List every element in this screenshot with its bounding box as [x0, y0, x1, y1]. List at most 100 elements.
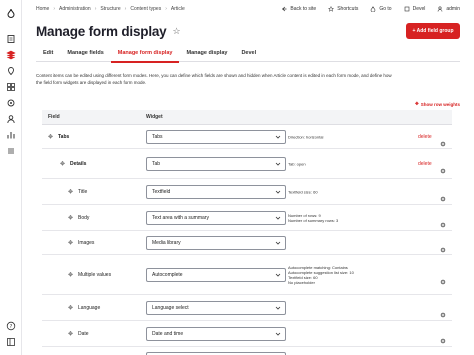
help-text: Content items can be edited using differ…: [36, 73, 392, 85]
extend-icon[interactable]: [6, 82, 16, 92]
widget-select-value: Tabs: [152, 133, 163, 140]
go-to-link[interactable]: Go to: [370, 6, 392, 12]
tab-devel[interactable]: Devel: [234, 44, 263, 62]
widget-select[interactable]: Textfield: [146, 184, 286, 199]
drag-handle-icon[interactable]: ✥: [68, 214, 73, 221]
admin-sidebar: ?: [0, 0, 22, 355]
widget-select[interactable]: Media library: [146, 351, 286, 355]
breadcrumb-content-types[interactable]: Content types: [130, 6, 161, 12]
gear-icon[interactable]: [440, 272, 446, 284]
drupal-drop-icon: [371, 6, 376, 12]
widget-summary: Tab: open: [288, 161, 398, 166]
tab-manage-display[interactable]: Manage display: [179, 44, 234, 62]
widget-select-value: Date and time: [152, 330, 184, 337]
gear-icon[interactable]: [440, 189, 446, 201]
content-icon[interactable]: [6, 34, 16, 44]
user-menu[interactable]: admin: [437, 6, 460, 12]
field-label: Images: [78, 239, 95, 246]
appearance-icon[interactable]: [6, 66, 16, 76]
tab-edit[interactable]: Edit: [36, 44, 60, 62]
top-toolbar: Home › Administration › Structure › Content…: [22, 0, 474, 20]
summary-line: Tab: open: [288, 161, 306, 166]
structure-icon[interactable]: [6, 50, 16, 60]
reports-icon[interactable]: [6, 130, 16, 140]
chevron-down-icon: [275, 162, 281, 166]
table-row: ✥ Multiple values Autocomplete Autocomplete…: [42, 255, 452, 295]
drag-handle-icon[interactable]: ✥: [68, 188, 73, 195]
summary-line: Number of summary rows: 3: [288, 217, 339, 223]
drag-handle-icon[interactable]: ✥: [68, 239, 73, 246]
breadcrumb-structure[interactable]: Structure: [100, 6, 120, 12]
gear-icon[interactable]: [440, 240, 446, 252]
widget-select-value: Media library: [152, 239, 181, 246]
page-title: Manage form display ☆: [36, 24, 181, 39]
table-row: ✥ Date Date and time: [42, 321, 452, 347]
table-header: Field Widget: [42, 110, 452, 125]
local-tasks-tabs: Edit Manage fields Manage form display M…: [36, 44, 460, 63]
delete-link[interactable]: delete: [418, 134, 432, 140]
field-label: Date: [78, 330, 89, 337]
tab-manage-form-display[interactable]: Manage form display: [110, 44, 180, 63]
gear-icon[interactable]: [440, 215, 446, 227]
tab-manage-fields[interactable]: Manage fields: [60, 44, 110, 62]
show-row-weights-button[interactable]: ✥ Show row weights: [415, 101, 460, 107]
breadcrumb: Home › Administration › Structure › Content…: [36, 6, 185, 12]
chevron-down-icon: [275, 190, 281, 194]
widget-select[interactable]: Date and time: [146, 326, 286, 341]
breadcrumb-administration[interactable]: Administration: [59, 6, 91, 12]
drag-handle-icon[interactable]: ✥: [68, 330, 73, 337]
widget-summary: Autocomplete matching: Contains Autocompl…: [288, 265, 398, 285]
devel-icon: [404, 6, 409, 12]
people-icon[interactable]: [6, 114, 16, 124]
gear-icon[interactable]: [440, 134, 446, 146]
drag-handle-icon: ✥: [414, 101, 419, 106]
widget-select[interactable]: Text area with a summary: [146, 210, 286, 225]
table-row: ✥ Images Media library: [42, 231, 452, 255]
field-label: Details: [70, 160, 87, 167]
widget-select-value: Autocomplete: [152, 271, 183, 278]
breadcrumb-article[interactable]: Article: [171, 6, 185, 12]
collapse-sidebar-icon[interactable]: [6, 337, 16, 347]
summary-line: Textfield size: 60: [288, 189, 318, 194]
field-label: Language: [78, 304, 101, 311]
drag-handle-icon[interactable]: ✥: [68, 271, 73, 278]
field-label: Multiple values: [78, 271, 112, 278]
drag-handle-icon[interactable]: ✥: [68, 304, 73, 311]
back-to-site-link[interactable]: Back to site: [281, 6, 316, 12]
star-icon: [328, 6, 335, 12]
devel-link[interactable]: Devel: [404, 6, 425, 12]
widget-select-value: Textfield: [152, 188, 171, 195]
add-shortcut-star-icon[interactable]: ☆: [172, 26, 180, 37]
widget-select[interactable]: Autocomplete: [146, 267, 286, 282]
widget-summary: Textfield size: 60: [288, 189, 398, 194]
widget-summary: Number of rows: 9 Number of summary rows:…: [288, 213, 398, 223]
gear-icon[interactable]: [440, 331, 446, 343]
svg-text:?: ?: [10, 324, 13, 330]
widget-select[interactable]: Tab: [146, 156, 286, 171]
help-list-icon[interactable]: [6, 146, 16, 156]
add-field-group-button[interactable]: + Add field group: [406, 23, 460, 39]
widget-select[interactable]: Media library: [146, 235, 286, 250]
drag-handle-icon[interactable]: ✥: [60, 160, 65, 167]
chevron-down-icon: [275, 306, 281, 310]
shortcuts-link[interactable]: Shortcuts: [328, 6, 358, 12]
drag-handle-icon[interactable]: ✥: [48, 133, 53, 140]
drupal-logo-icon[interactable]: [6, 8, 16, 18]
table-row: ✥ Language Language select: [42, 295, 452, 321]
table-row: ✥ Body Text area with a summary Number of r…: [42, 205, 452, 231]
field-label: Body: [78, 214, 90, 221]
chevron-down-icon: [275, 332, 281, 336]
delete-link[interactable]: delete: [418, 161, 432, 167]
breadcrumb-home[interactable]: Home: [36, 6, 49, 12]
chevron-down-icon: [275, 216, 281, 220]
table-row: ✥ImageMedia library: [42, 347, 452, 355]
configuration-icon[interactable]: [6, 98, 16, 108]
chevron-down-icon: [275, 135, 281, 139]
gear-icon[interactable]: [440, 161, 446, 173]
gear-icon[interactable]: [440, 305, 446, 317]
widget-select[interactable]: Language select: [146, 300, 286, 315]
widget-select[interactable]: Tabs: [146, 129, 286, 144]
column-header-widget: Widget: [146, 114, 163, 120]
help-icon[interactable]: ?: [6, 321, 16, 331]
field-label: Tabs: [58, 133, 70, 140]
